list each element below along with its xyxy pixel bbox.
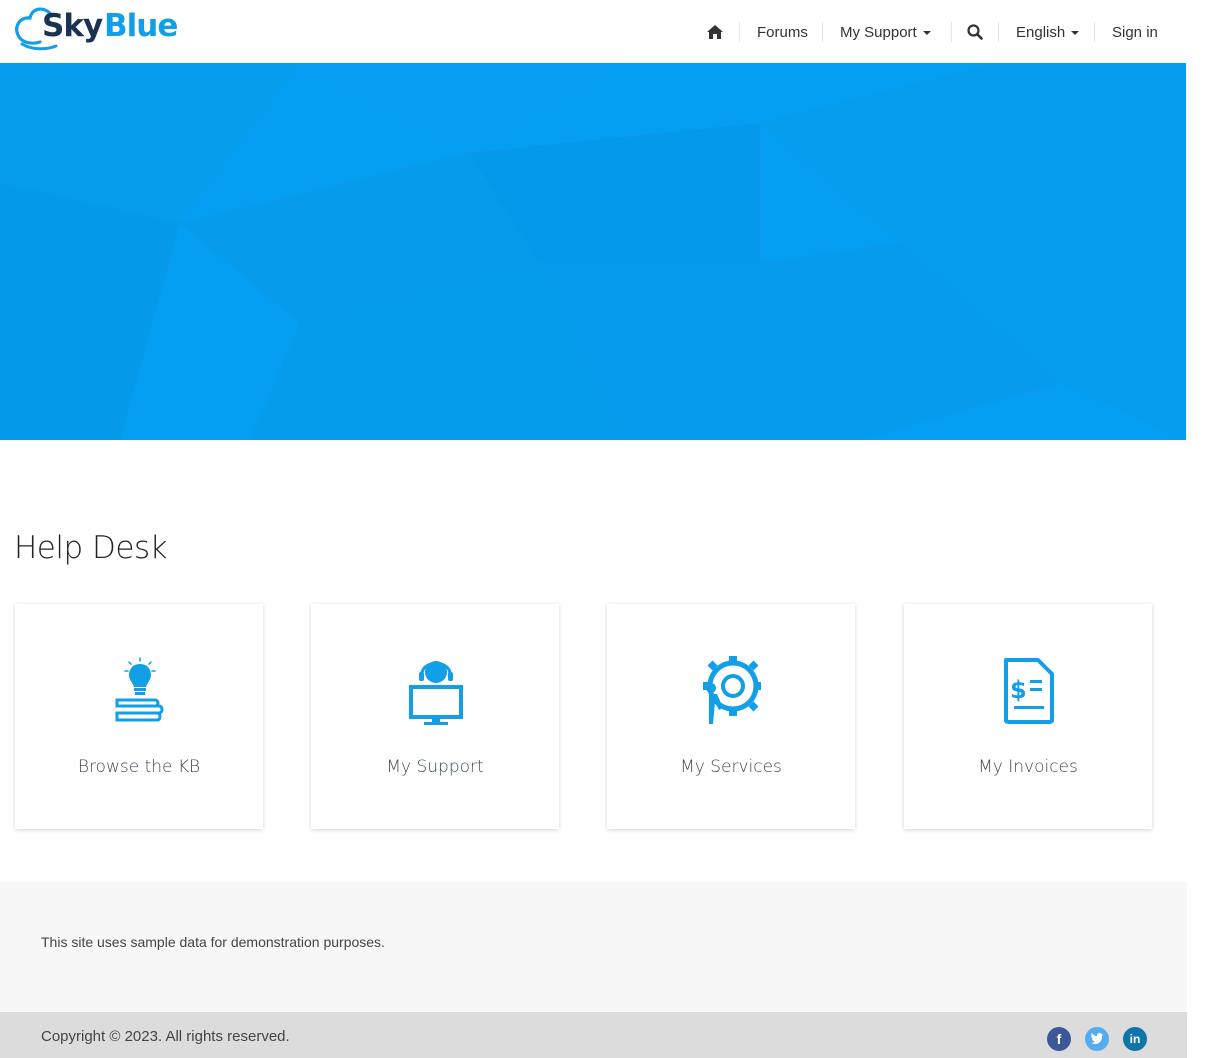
logo-text-sky: Sky [42,8,103,44]
nav-my-support-label: My Support [840,23,917,41]
nav-my-support-dropdown[interactable]: My Support [840,20,931,44]
footer-bar: Copyright © 2023. All rights reserved. f… [0,1012,1187,1058]
lightbulb-books-icon [115,657,164,722]
support-agent-monitor-icon [409,661,463,725]
nav-forums[interactable]: Forums [757,20,808,44]
caret-down-icon [922,31,931,35]
nav-divider [998,22,999,42]
footer-note: This site uses sample data for demonstra… [41,934,385,950]
hero-polygon-background [0,63,1186,440]
twitter-bird-icon [1091,1033,1103,1044]
svg-text:$: $ [1010,676,1027,704]
home-link[interactable] [706,20,724,44]
card-my-support[interactable]: My Support [311,604,559,829]
card-label: My Invoices [978,757,1078,777]
card-label: My Services [680,757,782,777]
logo-text-blue: Blue [104,8,178,44]
language-label: English [1016,23,1066,41]
nav-divider [739,22,740,42]
card-browse-kb[interactable]: Browse the KB [15,604,263,829]
gear-person-icon [703,656,761,724]
card-label: Browse the KB [77,757,201,777]
search-icon [967,24,983,40]
nav-divider [951,22,952,42]
card-my-invoices[interactable]: $ My Invoices [904,604,1152,829]
nav-divider [822,22,823,42]
hero-banner [0,63,1186,440]
caret-down-icon [1071,31,1080,35]
language-dropdown[interactable]: English [1016,20,1080,44]
skyblue-logo[interactable]: Sky Blue [12,2,187,54]
sign-in-link[interactable]: Sign in [1112,20,1158,44]
footer-note-section: This site uses sample data for demonstra… [0,882,1187,1012]
copyright-text: Copyright © 2023. All rights reserved. [41,1028,290,1045]
card-my-services[interactable]: My Services [607,604,855,829]
search-button[interactable] [967,20,983,44]
home-icon [707,25,723,39]
site-header: Sky Blue Forums My Support English Sign … [0,0,1186,63]
linkedin-icon[interactable]: in [1123,1027,1147,1051]
facebook-icon[interactable]: f [1047,1027,1071,1051]
twitter-icon[interactable] [1085,1027,1109,1051]
nav-divider [1094,22,1095,42]
card-label: My Support [386,757,484,777]
help-desk-heading: Help Desk [14,530,168,566]
invoice-dollar-icon: $ [1004,658,1054,724]
